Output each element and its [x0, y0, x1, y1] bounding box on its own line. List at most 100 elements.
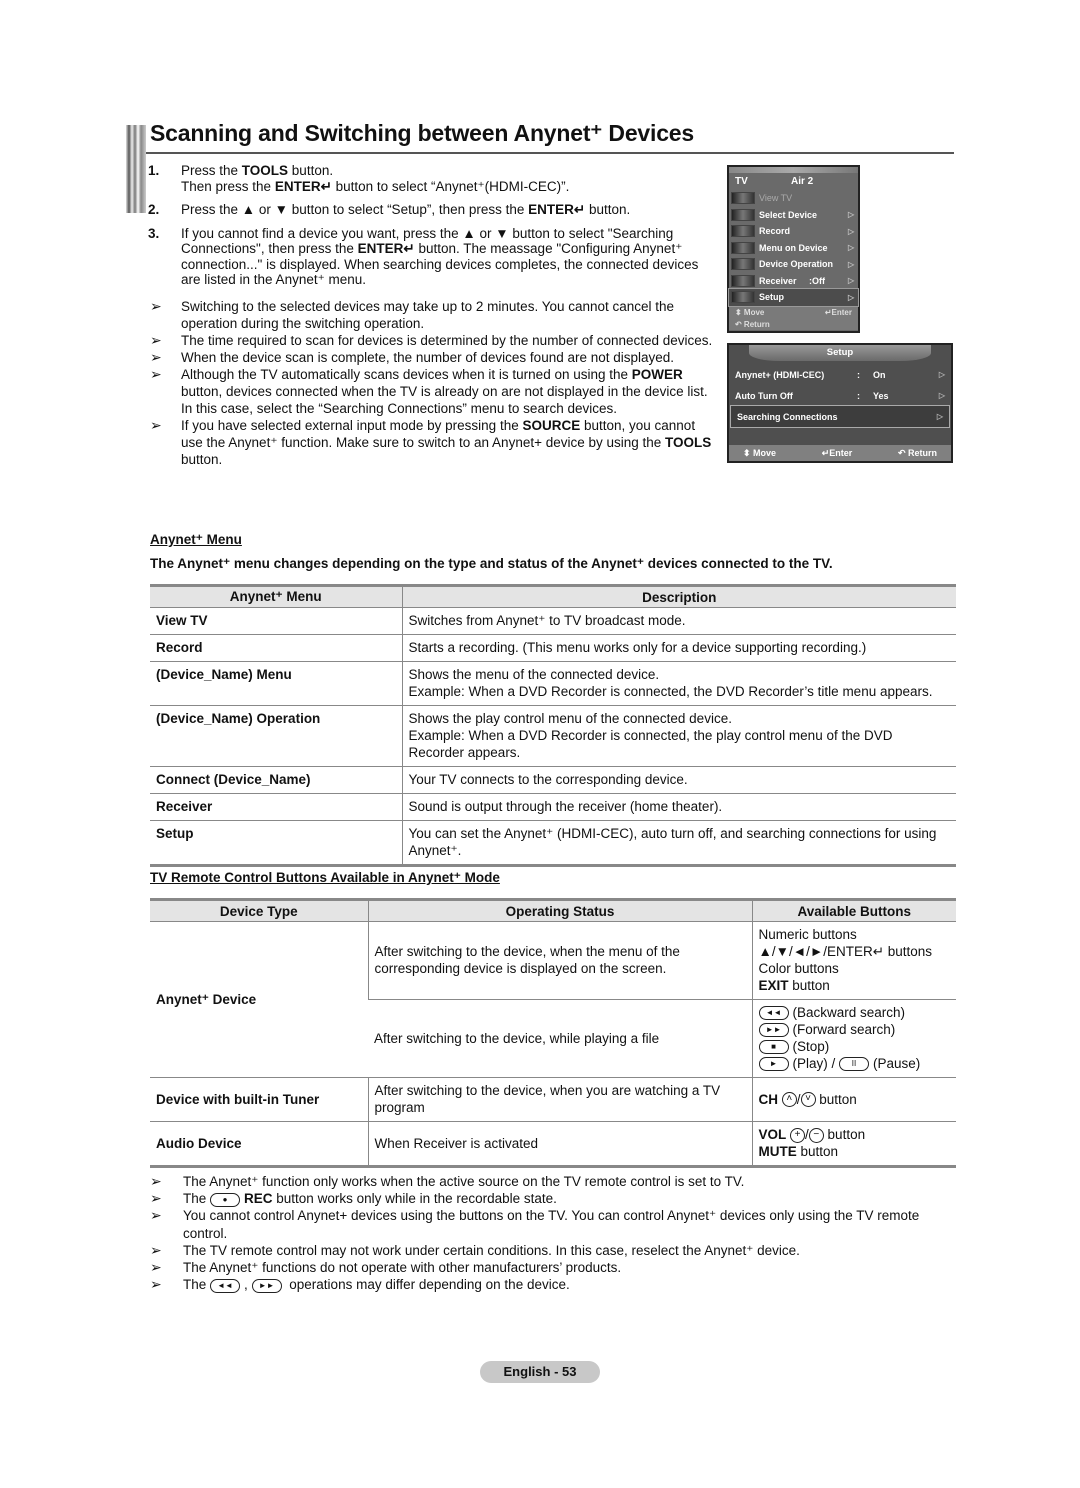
table-row: (Device_Name) Menu Shows the menu of the …: [150, 661, 956, 706]
table-header-row: Anynet⁺ Menu Description: [150, 584, 956, 608]
exit-button-label: EXIT: [758, 978, 789, 993]
triangle-right-icon: ▷: [848, 276, 855, 286]
rewind-icon: ◄◄: [210, 1278, 241, 1293]
desc-line: Your TV connects to the corresponding de…: [408, 772, 688, 787]
note-arrow-icon: ➢: [150, 366, 162, 382]
buttons-cell: CH ˄ / ˅ button: [751, 1077, 956, 1122]
remote-buttons-heading: TV Remote Control Buttons Available in A…: [150, 870, 500, 885]
osd-header: TV Air 2: [729, 173, 858, 190]
desc-cell: Switches from Anynet⁺ to TV broadcast mo…: [401, 607, 956, 635]
chevron-down-icon: ˅: [800, 1092, 816, 1108]
step-text: button.: [585, 202, 631, 217]
desc-line: Example: When a DVD Recorder is connecte…: [408, 684, 933, 699]
button-text: (Stop): [792, 1039, 830, 1054]
table-header-row: Device Type Operating Status Available B…: [150, 898, 956, 922]
button-line: ►► (Forward search): [758, 1021, 951, 1038]
device-thumbnail-icon: [731, 241, 755, 254]
note-item: ➢ You cannot control Anynet+ devices usin…: [150, 1207, 950, 1241]
note-arrow-icon: ➢: [150, 332, 162, 348]
note-arrow-icon: ➢: [150, 1259, 162, 1276]
record-icon: ●: [210, 1192, 241, 1207]
move-hint: ⬍ Move: [743, 447, 777, 458]
osd-setup-row-searching-connections[interactable]: Searching Connections ▷: [730, 405, 950, 428]
osd-menu-item-select-device[interactable]: Select Device ▷: [729, 207, 858, 224]
osd-setup-footer: ⬍ Move ↵Enter ↶ Return: [729, 445, 951, 461]
buttons-cell: ◄◄ (Backward search) ►► (Forward search) ■…: [751, 999, 956, 1078]
osd-item-label: Device Operation: [759, 259, 834, 270]
osd-menu-item-receiver[interactable]: Receiver :Off ▷: [729, 273, 858, 290]
buttons-cell: Numeric buttons ▲/▼/◄/►/ENTER↵ buttons C…: [751, 921, 956, 1000]
setting-name: Anynet+ (HDMI-CEC): [735, 369, 825, 380]
note-item: ➢ When the device scan is complete, the n…: [150, 349, 720, 366]
menu-cell: Record: [150, 634, 402, 662]
note-arrow-icon: ➢: [150, 349, 162, 365]
button-line: EXIT button: [759, 977, 951, 994]
osd-item-label: Record: [759, 226, 791, 237]
note-text: button works only while in the recordabl…: [272, 1191, 557, 1207]
device-type-cell: Device with built-in Tuner: [150, 1077, 368, 1122]
page-number-badge: English - 53: [480, 1361, 600, 1383]
enter-button-label: ENTER↵: [274, 178, 332, 194]
osd-menu-item-view-tv[interactable]: View TV: [729, 190, 858, 207]
status-cell: When Receiver is activated: [367, 1121, 752, 1168]
step-text: button to select “Anynet⁺(HDMI-CEC)”.: [331, 178, 570, 194]
enter-button-label: ENTER↵: [357, 241, 415, 256]
desc-line: Example: When a DVD Recorder is connecte…: [408, 728, 893, 760]
step-text: button.: [288, 163, 334, 178]
button-text: button: [823, 1127, 866, 1142]
column-header: Operating Status: [367, 898, 752, 922]
note-item: ➢ If you have selected external input mod…: [150, 417, 720, 468]
decorative-side-bar: [126, 125, 146, 213]
triangle-right-icon: ▷: [938, 370, 945, 379]
table-row: Anynet⁺ Device After switching to the de…: [150, 921, 956, 1078]
menu-cell: (Device_Name) Menu: [150, 661, 402, 706]
osd-item-label: Receiver :Off: [759, 275, 826, 286]
step-2: 2. Press the ▲ or ▼ button to select “Se…: [148, 202, 718, 218]
note-text: button.: [181, 452, 223, 467]
note-text: The TV remote control may not work under…: [183, 1242, 800, 1258]
column-header: Device Type: [150, 898, 368, 922]
note-text: The: [183, 1277, 211, 1293]
button-text: button: [796, 1144, 839, 1159]
menu-cell: Receiver: [150, 793, 402, 821]
move-hint: ⬍ Move: [735, 307, 765, 317]
triangle-right-icon: ▷: [938, 391, 945, 400]
note-item: ➢ The Anynet⁺ function only works when th…: [150, 1173, 950, 1190]
osd-menu-item-setup[interactable]: Setup ▷: [728, 288, 859, 307]
osd-item-label: Menu on Device: [759, 242, 828, 253]
triangle-right-icon: ▷: [848, 243, 855, 253]
recorder-thumbnail-icon: [731, 225, 755, 238]
note-text: ,: [244, 1277, 252, 1293]
osd-menu-item-record[interactable]: Record ▷: [729, 223, 858, 240]
gear-icon: [731, 291, 755, 304]
note-arrow-icon: ➢: [150, 1276, 162, 1293]
osd-footer: ⬍ Move ↵Enter: [729, 305, 858, 319]
button-line: ◄◄ (Backward search): [758, 1004, 951, 1021]
note-arrow-icon: ➢: [150, 298, 162, 314]
steps-list: 1. Press the TOOLS button. Then press th…: [148, 163, 718, 296]
button-text: (Forward search): [792, 1022, 896, 1037]
note-item: ➢ The Anynet⁺ functions do not operate wi…: [150, 1259, 950, 1276]
triangle-right-icon: ▷: [848, 292, 855, 302]
button-text: (Play) /: [792, 1056, 840, 1071]
setting-value: On: [873, 369, 886, 380]
button-line: ■ (Stop): [758, 1038, 951, 1055]
note-text: You cannot control Anynet+ devices using…: [183, 1208, 920, 1241]
desc-line: Switches from Anynet⁺ to TV broadcast mo…: [408, 613, 686, 628]
osd-setup-title: Setup: [749, 345, 931, 361]
remote-buttons-table: Device Type Operating Status Available B…: [150, 898, 956, 1168]
fast-forward-icon: ►►: [758, 1023, 789, 1038]
desc-line: You can set the Anynet⁺ (HDMI-CEC), auto…: [408, 826, 937, 858]
notes-list: ➢ Switching to the selected devices may t…: [150, 298, 720, 468]
osd-setup-row-auto-turn-off[interactable]: Auto Turn Off: Yes ▷: [729, 385, 951, 406]
osd-menu-item-device-operation[interactable]: Device Operation ▷: [729, 256, 858, 273]
status-cell: After switching to the device, when the …: [367, 921, 752, 1000]
osd-menu-item-menu-on-device[interactable]: Menu on Device ▷: [729, 240, 858, 257]
note-text: operations may differ depending on the d…: [285, 1277, 570, 1293]
osd-setup-row-anynet[interactable]: Anynet+ (HDMI-CEC): On ▷: [729, 364, 951, 385]
note-text: When the device scan is complete, the nu…: [181, 350, 675, 365]
desc-cell: Starts a recording. (This menu works onl…: [401, 634, 956, 662]
column-header: Description: [401, 584, 956, 608]
source-button-label: SOURCE: [522, 418, 581, 433]
desc-line: Shows the menu of the connected device.: [408, 667, 660, 682]
